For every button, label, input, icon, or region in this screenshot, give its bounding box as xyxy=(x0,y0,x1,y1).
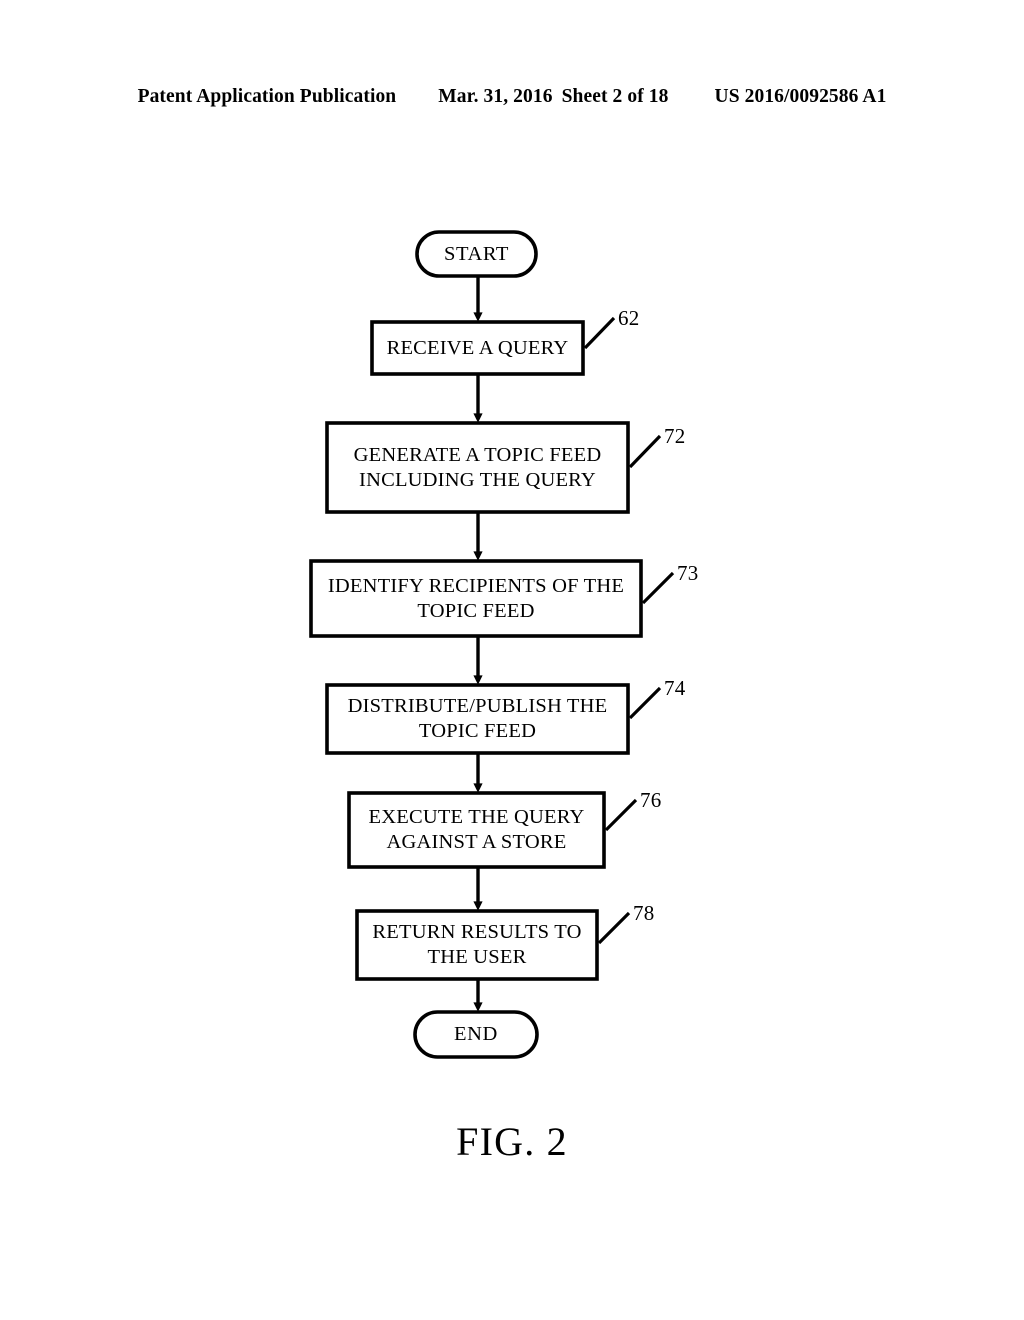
node-shape-return-results xyxy=(355,909,599,981)
leader-line-73 xyxy=(641,571,675,605)
reference-numeral-72: 72 xyxy=(664,424,686,448)
node-shape-receive-query xyxy=(370,320,585,376)
reference-numeral-78: 78 xyxy=(633,901,655,925)
reference-numeral-62: 62 xyxy=(618,306,640,330)
leader-line-76 xyxy=(604,798,638,832)
leader-line-62 xyxy=(583,316,616,350)
reference-numeral-73: 73 xyxy=(677,561,699,585)
leader-line-74 xyxy=(628,686,662,720)
node-shape-distribute-publish xyxy=(325,683,630,755)
node-shape-identify-recipients xyxy=(309,559,643,638)
node-shape-execute-query xyxy=(347,791,606,869)
reference-numeral-74: 74 xyxy=(664,676,686,700)
reference-numeral-76: 76 xyxy=(640,788,662,812)
leader-line-78 xyxy=(597,911,631,945)
node-shape-generate-topic-feed xyxy=(325,421,630,514)
node-shape-start xyxy=(415,230,538,278)
node-shape-end xyxy=(413,1010,539,1059)
leader-line-72 xyxy=(628,434,662,469)
figure-caption: FIG. 2 xyxy=(456,1119,568,1164)
